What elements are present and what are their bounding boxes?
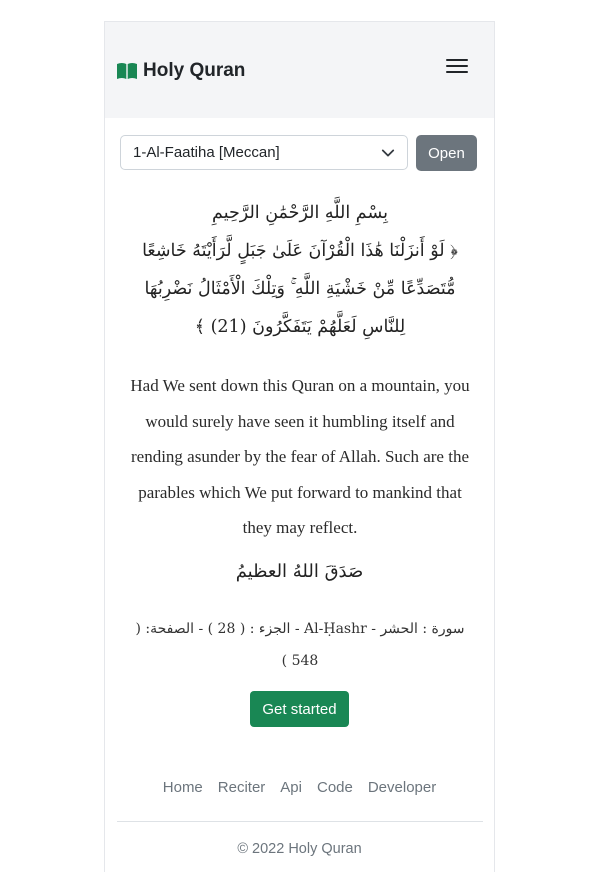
verse-translation: Had We sent down this Quran on a mountai…: [130, 376, 470, 537]
verse-text: ﴿ لَوْ أَنزَلْنَا هَٰذَا الْقُرْآنَ عَلَ…: [142, 241, 458, 337]
basmala: بِسْمِ اللَّهِ الرَّحْمَٰنِ الرَّحِيمِ: [212, 203, 388, 223]
surah-picker: 1-Al-Faatiha [Meccan] Open: [120, 135, 477, 171]
footer-nav: Home Reciter Api Code Developer: [105, 779, 494, 796]
footer-link-developer[interactable]: Developer: [368, 779, 436, 796]
footer-link-home[interactable]: Home: [163, 779, 203, 796]
closing-phrase: صَدَقَ اللهُ العظيمُ: [235, 561, 364, 582]
navbar: Holy Quran: [105, 22, 494, 118]
verse-meta: سورة : الحشر - Al-Ḥashr - الجزء : ( 28 )…: [135, 621, 465, 669]
footer-divider: [117, 821, 483, 822]
footer-link-api[interactable]: Api: [280, 779, 302, 796]
brand-link[interactable]: Holy Quran: [116, 60, 245, 82]
open-button[interactable]: Open: [416, 135, 477, 171]
footer-link-reciter[interactable]: Reciter: [218, 779, 266, 796]
book-icon: [116, 62, 138, 80]
verse-arabic: بِسْمِ اللَّهِ الرَّحْمَٰنِ الرَّحِيمِ ﴿…: [121, 194, 479, 346]
get-started-button[interactable]: Get started: [250, 691, 349, 727]
hamburger-icon[interactable]: [446, 55, 468, 77]
chevron-down-icon: [381, 149, 395, 156]
surah-select-value: 1-Al-Faatiha [Meccan]: [133, 144, 280, 161]
surah-select[interactable]: 1-Al-Faatiha [Meccan]: [120, 135, 408, 170]
footer-link-code[interactable]: Code: [317, 779, 353, 796]
copyright: © 2022 Holy Quran: [237, 841, 362, 857]
page-frame: Holy Quran 1-Al-Faatiha [Meccan] Open بِ…: [104, 21, 495, 872]
brand-title: Holy Quran: [143, 60, 246, 81]
